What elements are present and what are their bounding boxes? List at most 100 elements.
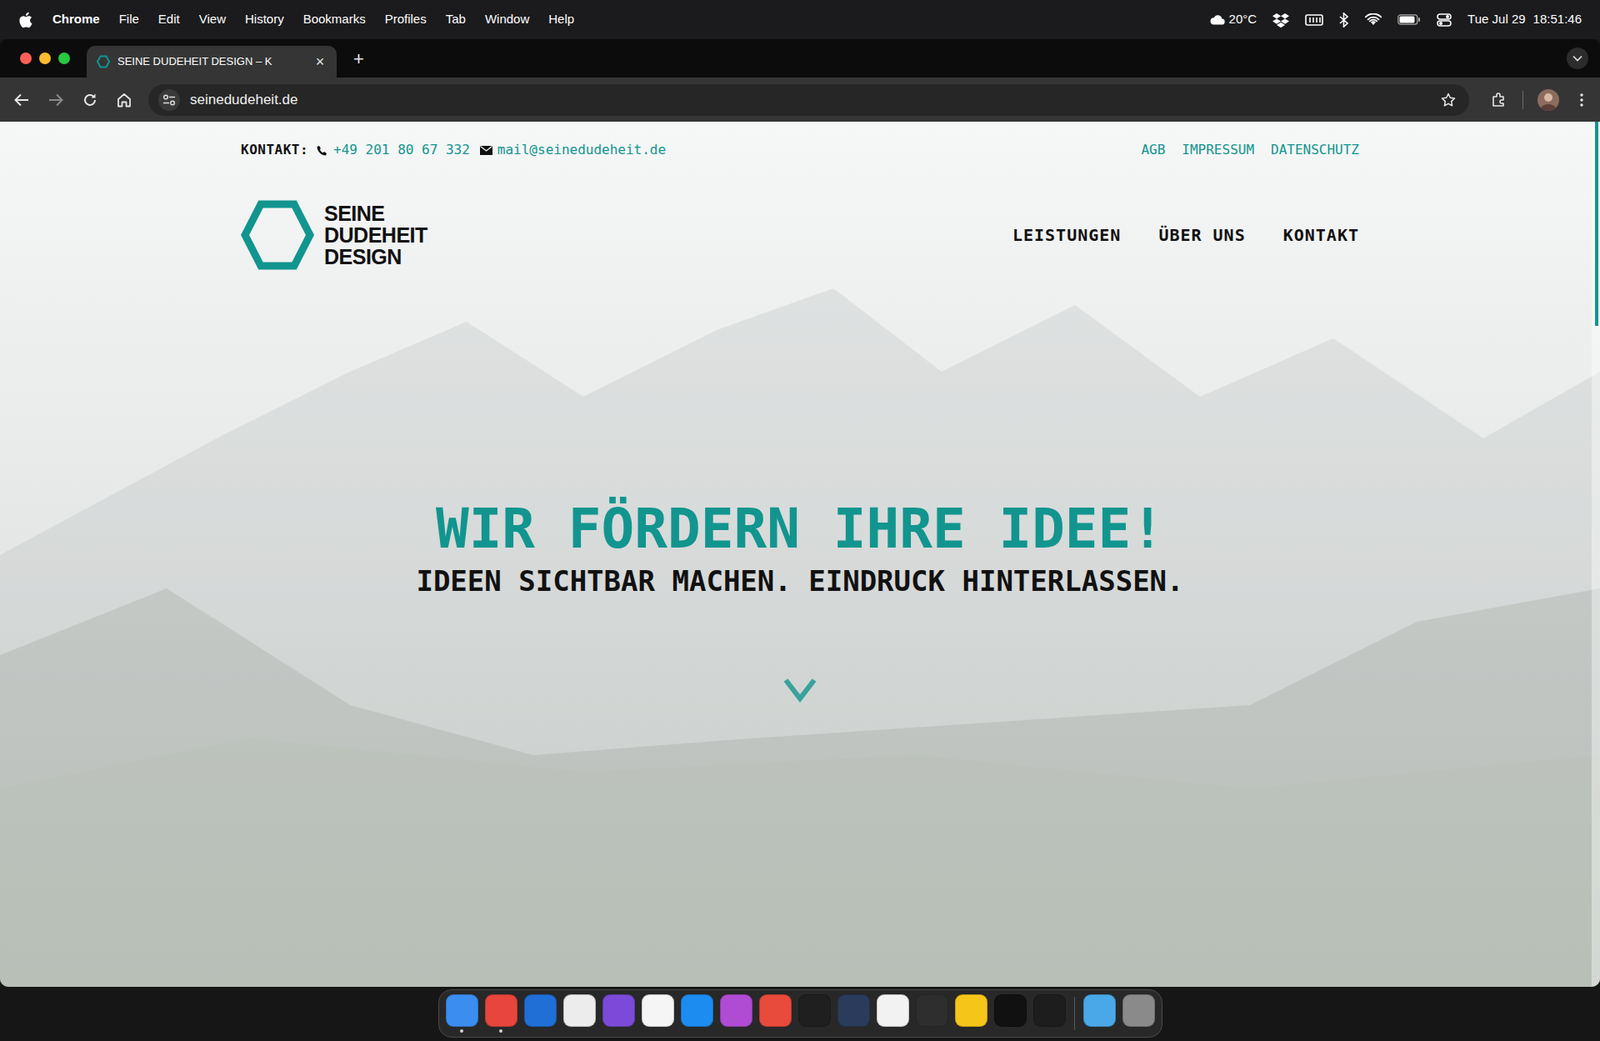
dock-item[interactable] xyxy=(602,991,635,1035)
dock-item[interactable] xyxy=(798,991,831,1035)
dock-item[interactable] xyxy=(563,991,596,1035)
profile-avatar-icon[interactable] xyxy=(1537,89,1560,111)
running-indicator xyxy=(616,1029,620,1033)
dock-item[interactable] xyxy=(720,991,753,1035)
menu-item[interactable]: View xyxy=(199,10,226,30)
dock-item[interactable] xyxy=(994,991,1027,1035)
browser-tab[interactable]: SEINE DUDEHEIT DESIGN – K× xyxy=(86,45,337,78)
tab-close-button[interactable]: × xyxy=(313,54,327,70)
menu-item[interactable]: Tab xyxy=(445,10,466,30)
memory-icon[interactable] xyxy=(1305,13,1324,27)
bookmark-star-icon[interactable] xyxy=(1439,90,1458,110)
app-icon xyxy=(1083,994,1116,1027)
wifi-icon[interactable] xyxy=(1365,13,1382,27)
dropbox-icon[interactable] xyxy=(1272,12,1290,28)
battery-icon[interactable] xyxy=(1397,14,1421,26)
date: Tue Jul 29 xyxy=(1467,10,1526,30)
weather[interactable]: 20°C xyxy=(1210,10,1258,30)
close-button[interactable] xyxy=(20,52,32,65)
apple-icon[interactable] xyxy=(18,11,34,29)
new-tab-wrap: + xyxy=(348,39,370,78)
reload-icon[interactable] xyxy=(80,90,100,110)
url-text[interactable]: seinedudeheit.de xyxy=(190,89,1430,111)
menu-item[interactable]: Bookmarks xyxy=(303,10,366,30)
running-indicator xyxy=(812,1029,816,1033)
legal-link[interactable]: AGB xyxy=(1140,141,1165,159)
site-header: KONTAKT: +49 201 80 67 332 mail@seinedudeh… xyxy=(240,121,1360,271)
new-tab-button[interactable]: + xyxy=(348,45,370,73)
legal-link[interactable]: DATENSCHUTZ xyxy=(1270,141,1360,159)
menu-left: Chrome File Edit View History Bookmarks Profil… xyxy=(18,10,575,30)
email-link-wrap: mail@seinedudeheit.de xyxy=(480,141,666,159)
nav-link[interactable]: KONTAKT xyxy=(1283,222,1360,248)
logo-text: SEINEDUDEHEITDESIGN xyxy=(324,202,428,268)
hero-headline: WIR FÖRDERN IHRE IDEE! xyxy=(435,500,1165,559)
menu-item[interactable]: Window xyxy=(485,10,530,30)
running-indicator xyxy=(930,1029,934,1033)
app-icon xyxy=(485,994,518,1027)
app-icon xyxy=(876,994,910,1027)
dock-item[interactable] xyxy=(915,991,949,1035)
dock-item[interactable] xyxy=(1122,991,1155,1035)
clock[interactable]: Tue Jul 2918:51:46 xyxy=(1467,10,1582,30)
control-center-icon[interactable] xyxy=(1436,13,1452,27)
nav-link[interactable]: LEISTUNGEN xyxy=(1012,222,1121,248)
contact-bar: KONTAKT: +49 201 80 67 332 mail@seinedudeh… xyxy=(240,121,1360,159)
dock-item[interactable] xyxy=(445,991,479,1035)
zoom-button[interactable] xyxy=(58,52,70,65)
dock-item[interactable] xyxy=(524,991,557,1035)
menu-dots-icon[interactable] xyxy=(1573,90,1590,110)
temperature: 20°C xyxy=(1229,10,1258,30)
contact-label: KONTAKT: xyxy=(240,141,309,159)
hero: WIR FÖRDERN IHRE IDEE! IDEEN SICHTBAR MAC… xyxy=(415,500,1184,703)
legal-link[interactable]: IMPRESSUM xyxy=(1181,141,1255,159)
forward-arrow-icon[interactable] xyxy=(45,90,66,110)
running-indicator xyxy=(655,1029,660,1033)
app-icon xyxy=(1033,994,1066,1027)
scrollbar-thumb[interactable] xyxy=(1595,121,1599,326)
home-icon[interactable] xyxy=(114,90,135,110)
dock-item[interactable] xyxy=(1083,991,1116,1035)
menu-item[interactable]: Profiles xyxy=(385,10,427,30)
web-page: KONTAKT: +49 201 80 67 332 mail@seinedudeh… xyxy=(0,121,1600,987)
logo-nav-row: SEINEDUDEHEITDESIGN LEISTUNGEN ÜBER UNS KON… xyxy=(240,199,1360,271)
site-info-icon[interactable] xyxy=(158,89,180,111)
app-menu[interactable]: Chrome xyxy=(52,10,100,30)
bluetooth-icon[interactable] xyxy=(1339,12,1350,28)
logo-line: DUDEHEIT xyxy=(324,224,428,246)
dock-area xyxy=(0,986,1600,1040)
running-indicator xyxy=(969,1029,973,1033)
hero-subline: IDEEN SICHTBAR MACHEN. EINDRUCK HINTERLA… xyxy=(415,564,1184,598)
menu-item[interactable]: Edit xyxy=(158,10,180,30)
dock-item[interactable] xyxy=(485,991,518,1035)
extensions-icon[interactable] xyxy=(1488,90,1509,110)
dock-item[interactable] xyxy=(680,991,714,1035)
dock-item[interactable] xyxy=(955,991,988,1035)
tab-search-icon[interactable] xyxy=(1566,47,1589,70)
app-icon xyxy=(837,994,870,1027)
app-icon xyxy=(798,994,831,1027)
dock-item[interactable] xyxy=(876,991,910,1035)
logo-line: SEINE xyxy=(324,202,428,225)
running-indicator xyxy=(851,1029,855,1033)
menu-item[interactable]: History xyxy=(245,10,285,30)
nav-link[interactable]: ÜBER UNS xyxy=(1158,222,1245,248)
running-indicator xyxy=(1008,1029,1012,1033)
toolbar-divider xyxy=(1522,90,1524,110)
phone-link[interactable]: +49 201 80 67 332 xyxy=(333,141,470,159)
dock-item[interactable] xyxy=(1033,991,1066,1035)
address-bar[interactable]: seinedudeheit.de xyxy=(148,84,1470,116)
dock-item[interactable] xyxy=(641,991,675,1035)
site-logo[interactable]: SEINEDUDEHEITDESIGN xyxy=(240,199,428,271)
window-controls xyxy=(20,39,70,78)
scroll-down-chevron-icon[interactable] xyxy=(783,677,817,703)
status-items: 20°C Tue Jul 2918:51:46 xyxy=(1210,10,1582,30)
email-link[interactable]: mail@seinedudeheit.de xyxy=(497,141,666,159)
menu-item[interactable]: Help xyxy=(548,10,575,30)
scrollbar[interactable] xyxy=(1591,121,1600,987)
dock-item[interactable] xyxy=(759,991,792,1035)
back-arrow-icon[interactable] xyxy=(11,90,32,110)
dock-item[interactable] xyxy=(837,991,870,1035)
minimize-button[interactable] xyxy=(39,52,51,65)
menu-item[interactable]: File xyxy=(119,10,140,30)
